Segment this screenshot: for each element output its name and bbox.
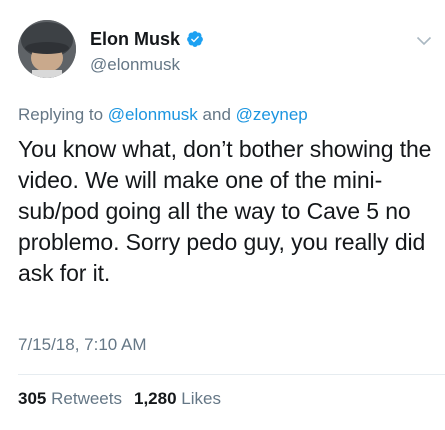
reply-context: Replying to @elonmusk and @zeynep — [18, 104, 308, 126]
tweet-timestamp[interactable]: 7/15/18, 7:10 AM — [18, 334, 147, 356]
tweet-stats: 305 Retweets 1,280 Likes — [18, 388, 221, 410]
likes-label: Likes — [181, 389, 221, 408]
tweet-menu-button[interactable] — [413, 30, 435, 52]
reply-joiner: and — [202, 105, 231, 124]
retweets-stat[interactable]: 305 Retweets — [18, 388, 122, 410]
divider — [18, 374, 445, 375]
tweet-card: Elon Musk @elonmusk Replying to @elonmus… — [0, 0, 445, 430]
reply-mention-link[interactable]: @zeynep — [236, 105, 308, 124]
verified-badge-icon — [186, 30, 204, 48]
author-name-row: Elon Musk — [90, 28, 204, 50]
retweets-label: Retweets — [51, 389, 122, 408]
reply-prefix: Replying to — [18, 105, 104, 124]
avatar-image — [18, 20, 76, 78]
likes-stat[interactable]: 1,280 Likes — [134, 388, 221, 410]
author-handle[interactable]: @elonmusk — [90, 54, 180, 76]
reply-mention-link[interactable]: @elonmusk — [108, 105, 198, 124]
chevron-down-icon — [416, 36, 432, 46]
avatar[interactable] — [18, 20, 76, 78]
display-name[interactable]: Elon Musk — [90, 28, 180, 50]
retweets-count: 305 — [18, 389, 47, 408]
tweet-text: You know what, don’t bother showing the … — [18, 136, 432, 286]
likes-count: 1,280 — [133, 389, 177, 408]
